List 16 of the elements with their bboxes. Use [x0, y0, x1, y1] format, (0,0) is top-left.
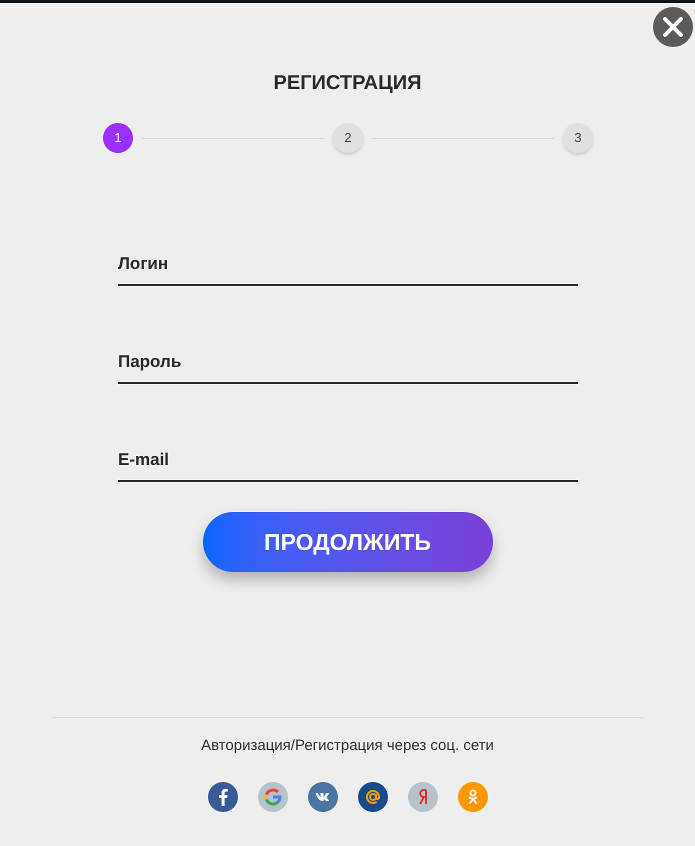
vk-icon[interactable] — [308, 782, 338, 812]
step-indicator: 3 — [563, 123, 593, 153]
close-button[interactable] — [653, 7, 693, 47]
yandex-icon[interactable] — [408, 782, 438, 812]
page-title: РЕГИСТРАЦИЯ — [274, 71, 422, 96]
input-field[interactable]: Логин — [118, 244, 578, 286]
continue-button[interactable]: ПРОДОЛЖИТЬ — [202, 512, 492, 572]
facebook-icon[interactable] — [208, 782, 238, 812]
mail-at-icon[interactable] — [358, 782, 388, 812]
google-icon[interactable] — [258, 782, 288, 812]
close-icon — [663, 17, 683, 37]
step-indicator: 1 — [103, 123, 133, 153]
input-field[interactable]: E-mail — [118, 440, 578, 482]
social-login-caption: Авторизация/Регистрация через соц. сети — [201, 736, 494, 756]
input-field[interactable]: Пароль — [118, 342, 578, 384]
step-indicator: 2 — [333, 123, 363, 153]
